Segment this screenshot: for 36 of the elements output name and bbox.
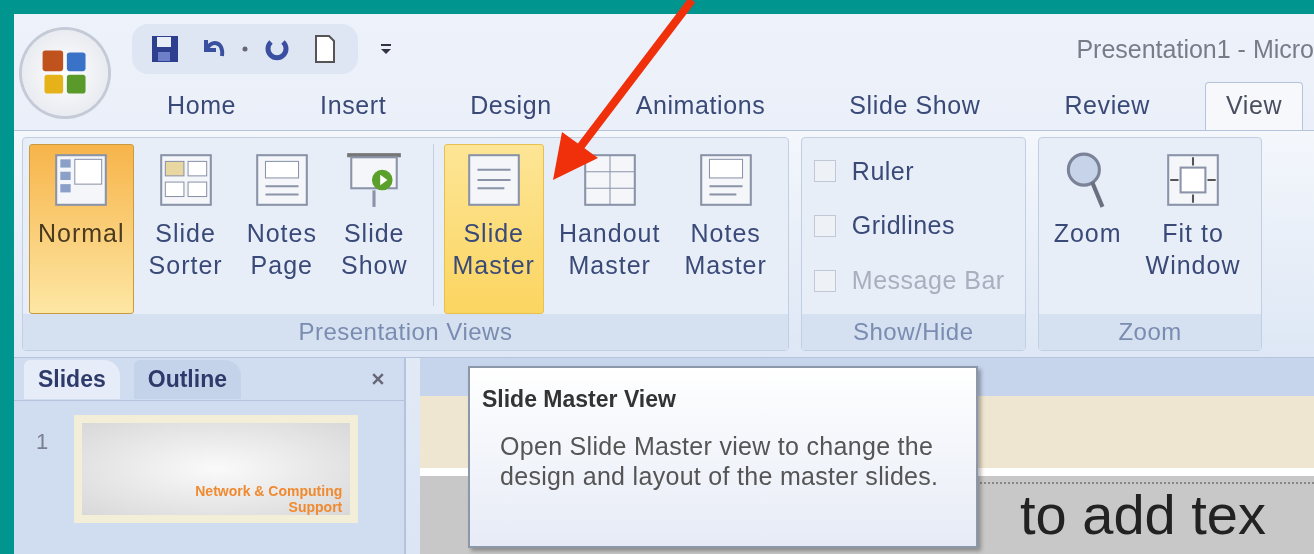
view-button[interactable]: Handout Master <box>549 144 670 314</box>
ribbon-tab[interactable]: Home <box>146 82 258 130</box>
view-button[interactable]: Normal <box>29 144 134 314</box>
thumbnail-title: Network & Computing <box>195 483 343 499</box>
close-icon[interactable] <box>370 371 386 387</box>
tooltip-title: Slide Master View <box>482 386 677 413</box>
view-button[interactable]: Fit to Window <box>1136 144 1250 314</box>
group-label: Presentation Views <box>23 314 788 350</box>
save-icon[interactable] <box>150 34 180 64</box>
pane-tab[interactable]: Slides <box>24 359 120 399</box>
view-button[interactable]: Notes Master <box>675 144 776 314</box>
view-button[interactable]: Zoom <box>1044 144 1131 314</box>
slide-number: 1 <box>36 428 49 455</box>
view-button[interactable]: Slide Master <box>443 144 544 314</box>
dropdown-icon[interactable] <box>240 44 250 54</box>
office-button[interactable] <box>22 30 108 116</box>
ribbon-tab[interactable]: Design <box>449 82 573 130</box>
view-button[interactable]: Slide Sorter <box>139 144 232 314</box>
thumbnail-subtitle: Support <box>288 499 343 515</box>
ribbon-tab[interactable]: Insert <box>299 82 408 130</box>
view-button[interactable]: Slide Show <box>331 144 417 314</box>
group-label: Zoom <box>1038 314 1262 350</box>
view-button[interactable]: Notes Page <box>237 144 326 314</box>
group-label: Show/Hide <box>801 314 1025 350</box>
customize-icon[interactable] <box>380 42 392 56</box>
ribbon-tab[interactable]: Animations <box>614 82 787 130</box>
pane-tab[interactable]: Outline <box>133 359 241 399</box>
window-title: Presentation1 - Micro <box>1076 34 1314 64</box>
checkbox: Message Bar <box>813 266 1005 296</box>
checkbox[interactable]: Ruler <box>813 156 1005 186</box>
slide-body-text: to add tex <box>1019 486 1267 544</box>
tooltip-text: Open Slide Master view to change the design and layout of the master slides. <box>500 431 940 491</box>
ribbon-tab[interactable]: Review <box>1043 82 1171 130</box>
ribbon-tab[interactable]: Slide Show <box>828 82 1002 130</box>
checkbox[interactable]: Gridlines <box>813 211 1005 241</box>
ribbon-tab[interactable]: View <box>1204 82 1304 130</box>
